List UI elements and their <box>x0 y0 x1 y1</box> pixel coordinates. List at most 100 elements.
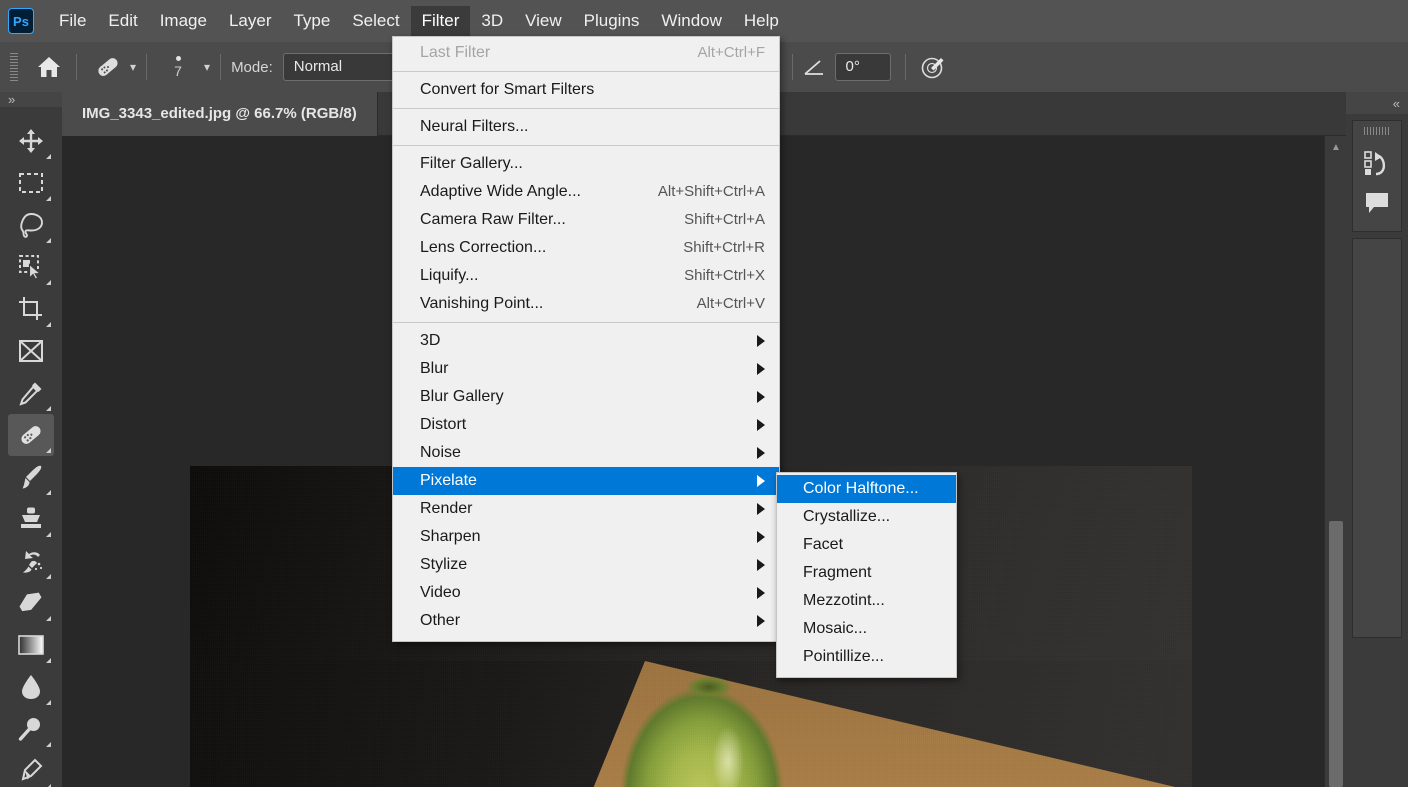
tool-flyout-triangle-icon[interactable] <box>46 532 51 537</box>
tool-flyout-triangle-icon[interactable] <box>46 616 51 621</box>
menubar-item-layer[interactable]: Layer <box>218 6 283 36</box>
filter-menu-item-render[interactable]: Render <box>393 495 779 523</box>
pixelate-item-color-halftone[interactable]: Color Halftone... <box>777 475 956 503</box>
tool-flyout-triangle-icon[interactable] <box>46 322 51 327</box>
menubar-item-view[interactable]: View <box>514 6 573 36</box>
menubar-item-image[interactable]: Image <box>149 6 218 36</box>
pixelate-item-pointillize[interactable]: Pointillize... <box>777 643 956 671</box>
pixelate-item-fragment[interactable]: Fragment <box>777 559 956 587</box>
crop-icon <box>18 296 44 322</box>
frame-tool[interactable] <box>8 330 54 372</box>
mode-select[interactable]: Normal <box>282 53 407 81</box>
menu-item-label: Blur Gallery <box>420 388 504 405</box>
menubar-item-select[interactable]: Select <box>341 6 410 36</box>
right-panel-grip[interactable] <box>1364 127 1390 135</box>
brush-tool[interactable] <box>8 456 54 498</box>
eraser-tool[interactable] <box>8 582 54 624</box>
filter-menu-item-lens-correction[interactable]: Lens Correction... Shift+Ctrl+R <box>393 234 779 262</box>
document-tab[interactable]: IMG_3343_edited.jpg @ 66.7% (RGB/8) <box>62 91 378 136</box>
menubar-item-plugins[interactable]: Plugins <box>573 6 651 36</box>
scrollbar-thumb[interactable] <box>1329 521 1343 787</box>
filter-menu-item-3d[interactable]: 3D <box>393 327 779 355</box>
menu-item-shortcut: Shift+Ctrl+X <box>684 267 765 284</box>
clone-stamp-icon <box>18 506 44 532</box>
home-button[interactable] <box>32 50 66 84</box>
clone-stamp-tool[interactable] <box>8 498 54 540</box>
menubar-item-filter[interactable]: Filter <box>410 6 471 36</box>
filter-menu-item-video[interactable]: Video <box>393 579 779 607</box>
menu-separator <box>393 71 779 72</box>
tool-flyout-triangle-icon[interactable] <box>46 280 51 285</box>
rectangular-marquee-tool[interactable] <box>8 162 54 204</box>
filter-menu-item-pixelate[interactable]: Pixelate <box>393 467 779 495</box>
angle-input[interactable]: 0° <box>834 53 891 81</box>
menubar-item-edit[interactable]: Edit <box>97 6 148 36</box>
tool-flyout-triangle-icon[interactable] <box>46 448 51 453</box>
tool-flyout-triangle-icon[interactable] <box>46 658 51 663</box>
filter-menu-item-sharpen[interactable]: Sharpen <box>393 523 779 551</box>
tool-flyout-triangle-icon[interactable] <box>46 742 51 747</box>
tool-preset-chevron-down-icon[interactable]: ▾ <box>130 60 136 74</box>
menu-item-label: Pixelate <box>420 472 477 489</box>
dodge-tool[interactable] <box>8 708 54 750</box>
pressure-for-size-button[interactable] <box>916 50 950 84</box>
filter-menu-item-vanishing-point[interactable]: Vanishing Point... Alt+Ctrl+V <box>393 290 779 318</box>
filter-menu-item-filter-gallery[interactable]: Filter Gallery... <box>393 150 779 178</box>
pixelate-item-mezzotint[interactable]: Mezzotint... <box>777 587 956 615</box>
filter-menu-item-other[interactable]: Other <box>393 607 779 635</box>
menubar-item-type[interactable]: Type <box>282 6 341 36</box>
canvas-vertical-scrollbar[interactable]: ▲ <box>1324 136 1346 787</box>
object-selection-tool[interactable] <box>8 246 54 288</box>
pen-tool[interactable] <box>8 750 54 787</box>
menu-separator <box>393 322 779 323</box>
filter-menu-item-adaptive-wide-angle[interactable]: Adaptive Wide Angle... Alt+Shift+Ctrl+A <box>393 178 779 206</box>
tool-flyout-triangle-icon[interactable] <box>46 700 51 705</box>
crop-tool[interactable] <box>8 288 54 330</box>
tool-flyout-triangle-icon[interactable] <box>46 196 51 201</box>
menu-item-label: Sharpen <box>420 528 481 545</box>
pixelate-item-facet[interactable]: Facet <box>777 531 956 559</box>
brush-picker-chevron-down-icon[interactable]: ▾ <box>204 60 210 74</box>
tool-preset-picker[interactable] <box>91 50 125 84</box>
tool-flyout-triangle-icon[interactable] <box>46 238 51 243</box>
scroll-up-button[interactable]: ▲ <box>1325 136 1347 158</box>
comments-panel-icon[interactable] <box>1355 183 1399 223</box>
toolbar-collapse-button[interactable]: » <box>0 92 62 107</box>
move-tool[interactable] <box>8 120 54 162</box>
filter-menu-item-blur-gallery[interactable]: Blur Gallery <box>393 383 779 411</box>
pixelate-item-mosaic[interactable]: Mosaic... <box>777 615 956 643</box>
menubar-item-file[interactable]: File <box>48 6 97 36</box>
brush-size-preview[interactable]: 7 <box>157 47 199 87</box>
right-panel-collapse-button[interactable]: « <box>1346 92 1408 114</box>
filter-menu-item-convert-for-smart-filters[interactable]: Convert for Smart Filters <box>393 76 779 104</box>
blur-tool[interactable] <box>8 666 54 708</box>
chevron-double-left-icon: « <box>1392 95 1400 111</box>
history-panel-icon[interactable] <box>1355 143 1399 183</box>
options-bar-grip[interactable] <box>10 53 18 81</box>
menubar-item-help[interactable]: Help <box>733 6 790 36</box>
spot-healing-brush-tool[interactable] <box>8 414 54 456</box>
filter-menu-item-camera-raw-filter[interactable]: Camera Raw Filter... Shift+Ctrl+A <box>393 206 779 234</box>
tool-flyout-triangle-icon[interactable] <box>46 574 51 579</box>
filter-menu-item-neural-filters[interactable]: Neural Filters... <box>393 113 779 141</box>
history-brush-icon <box>18 548 44 574</box>
eyedropper-tool[interactable] <box>8 372 54 414</box>
filter-menu-item-distort[interactable]: Distort <box>393 411 779 439</box>
spot-healing-brush-icon <box>93 53 123 81</box>
brush-size-value: 7 <box>174 62 182 79</box>
gradient-tool[interactable] <box>8 624 54 666</box>
lasso-tool[interactable] <box>8 204 54 246</box>
filter-menu-item-liquify[interactable]: Liquify... Shift+Ctrl+X <box>393 262 779 290</box>
tool-flyout-triangle-icon[interactable] <box>46 154 51 159</box>
history-brush-tool[interactable] <box>8 540 54 582</box>
filter-menu-item-stylize[interactable]: Stylize <box>393 551 779 579</box>
home-icon <box>36 55 62 79</box>
filter-menu-item-noise[interactable]: Noise <box>393 439 779 467</box>
menu-item-shortcut: Shift+Ctrl+A <box>684 211 765 228</box>
menubar-item-window[interactable]: Window <box>650 6 732 36</box>
tool-flyout-triangle-icon[interactable] <box>46 490 51 495</box>
filter-menu-item-blur[interactable]: Blur <box>393 355 779 383</box>
tool-flyout-triangle-icon[interactable] <box>46 406 51 411</box>
pixelate-item-crystallize[interactable]: Crystallize... <box>777 503 956 531</box>
menubar-item-3d[interactable]: 3D <box>470 6 514 36</box>
